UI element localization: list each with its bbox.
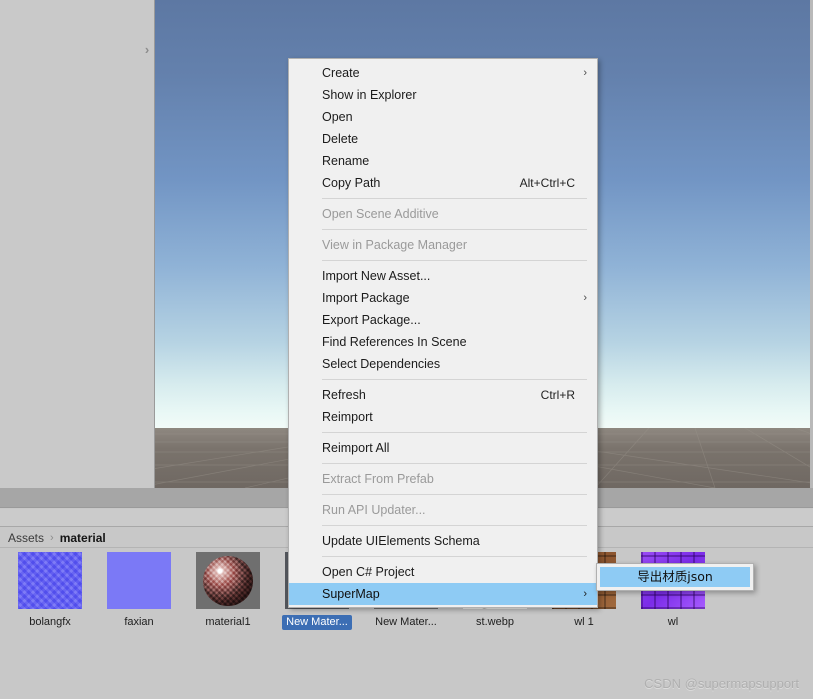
menu-item-label: Export Package... xyxy=(322,313,421,327)
menu-item: View in Package Manager xyxy=(289,234,597,256)
menu-item-label: Import New Asset... xyxy=(322,269,431,283)
menu-item: Extract From Prefab xyxy=(289,468,597,490)
watermark-text: CSDN @supermapsupport xyxy=(644,676,799,691)
menu-separator xyxy=(322,198,587,199)
asset-label: material1 xyxy=(205,616,251,628)
menu-item[interactable]: Export Package... xyxy=(289,309,597,331)
menu-item-label: Rename xyxy=(322,154,370,168)
menu-item-shortcut: Alt+Ctrl+C xyxy=(519,176,575,190)
menu-item[interactable]: Open xyxy=(289,106,597,128)
menu-item[interactable]: Update UIElements Schema xyxy=(289,530,597,552)
menu-item[interactable]: Show in Explorer xyxy=(289,84,597,106)
menu-item-label: Show in Explorer xyxy=(322,88,417,102)
asset-thumbnail[interactable] xyxy=(18,552,82,609)
menu-item-label: Create xyxy=(322,66,360,80)
menu-separator xyxy=(322,229,587,230)
menu-separator xyxy=(322,463,587,464)
menu-item-label: Find References In Scene xyxy=(322,335,467,349)
left-dock-panel: › xyxy=(0,0,155,488)
menu-item-label: Open xyxy=(322,110,353,124)
menu-separator xyxy=(322,260,587,261)
menu-item-label: Update UIElements Schema xyxy=(322,534,480,548)
asset-label: bolangfx xyxy=(29,616,71,628)
unity-editor-window: › Assets › material bolangfx faxian mate… xyxy=(0,0,813,699)
submenu-arrow-icon: › xyxy=(583,292,587,304)
menu-item: Open Scene Additive xyxy=(289,203,597,225)
menu-item-label: Reimport All xyxy=(322,441,390,455)
asset-label: wl xyxy=(667,616,679,628)
menu-item-label: SuperMap xyxy=(322,587,380,601)
menu-item-label: Run API Updater... xyxy=(322,503,426,517)
menu-item-label: Import Package xyxy=(322,291,410,305)
asset-label: New Mater... xyxy=(375,616,437,628)
submenu-arrow-icon: › xyxy=(583,588,587,600)
asset-thumbnail[interactable] xyxy=(196,552,260,609)
menu-item-shortcut: Ctrl+R xyxy=(540,388,575,402)
menu-item-label: View in Package Manager xyxy=(322,238,467,252)
chevron-right-icon[interactable]: › xyxy=(141,43,153,57)
menu-item-label: Refresh xyxy=(322,388,366,402)
menu-item[interactable]: Copy Path Alt+Ctrl+C xyxy=(289,172,597,194)
menu-item-label: Copy Path xyxy=(322,176,381,190)
asset-item[interactable]: faxian xyxy=(107,552,171,630)
menu-item[interactable]: Create › xyxy=(289,62,597,84)
menu-item[interactable]: Refresh Ctrl+R xyxy=(289,384,597,406)
menu-separator xyxy=(322,432,587,433)
asset-item[interactable]: bolangfx xyxy=(18,552,82,630)
asset-label: faxian xyxy=(124,616,154,628)
material-preview-sphere xyxy=(203,555,253,606)
menu-item: Run API Updater... xyxy=(289,499,597,521)
asset-label: wl 1 xyxy=(574,616,594,628)
breadcrumb-root[interactable]: Assets xyxy=(8,531,44,545)
menu-item-label: Open Scene Additive xyxy=(322,207,439,221)
menu-separator xyxy=(322,494,587,495)
menu-item-label: Extract From Prefab xyxy=(322,472,434,486)
asset-label: st.webp xyxy=(476,616,514,628)
supermap-submenu: 导出材质json xyxy=(596,563,754,591)
menu-item-label: Reimport xyxy=(322,410,373,424)
submenu-arrow-icon: › xyxy=(583,67,587,79)
asset-label: New Mater... xyxy=(282,615,352,630)
menu-item-label: Select Dependencies xyxy=(322,357,441,371)
menu-item[interactable]: Import New Asset... xyxy=(289,265,597,287)
submenu-item[interactable]: 导出材质json xyxy=(600,567,750,587)
menu-item-label: Open C# Project xyxy=(322,565,415,579)
menu-item[interactable]: SuperMap › xyxy=(289,583,597,605)
menu-separator xyxy=(322,525,587,526)
menu-item[interactable]: Find References In Scene xyxy=(289,331,597,353)
asset-item[interactable]: material1 xyxy=(196,552,260,630)
asset-context-menu: Create › Show in Explorer Open Delete Rename C… xyxy=(288,58,598,608)
menu-separator xyxy=(322,379,587,380)
menu-item[interactable]: Select Dependencies xyxy=(289,353,597,375)
asset-thumbnail[interactable] xyxy=(107,552,171,609)
menu-item[interactable]: Reimport xyxy=(289,406,597,428)
menu-item[interactable]: Import Package › xyxy=(289,287,597,309)
breadcrumb-separator-icon: › xyxy=(50,531,54,544)
menu-item[interactable]: Delete xyxy=(289,128,597,150)
menu-item[interactable]: Open C# Project xyxy=(289,561,597,583)
menu-separator xyxy=(322,556,587,557)
menu-item[interactable]: Rename xyxy=(289,150,597,172)
menu-item[interactable]: Reimport All xyxy=(289,437,597,459)
breadcrumb-current-folder[interactable]: material xyxy=(60,531,106,545)
menu-item-label: Delete xyxy=(322,132,359,146)
